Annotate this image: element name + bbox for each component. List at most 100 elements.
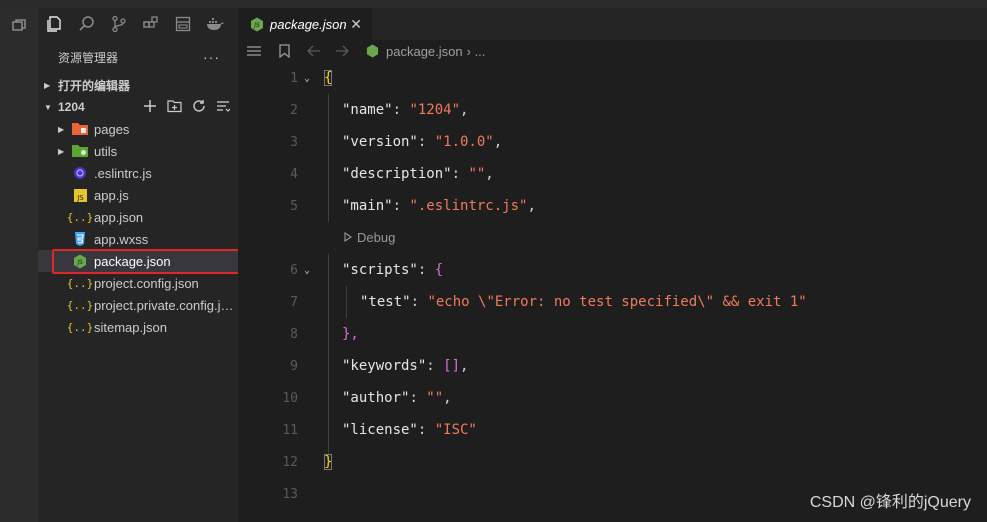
json-file-icon: {..} xyxy=(66,298,94,312)
tree-item-utils[interactable]: ▶ utils xyxy=(38,140,238,162)
debug-codelens[interactable]: Debug xyxy=(344,226,395,248)
tree-item-package-json[interactable]: JS package.json xyxy=(38,250,238,272)
code-text: }, xyxy=(342,326,359,342)
fold-chevron-icon[interactable]: ⌄ xyxy=(304,73,310,84)
json-file-icon: {..} xyxy=(66,276,94,290)
arrow-right-icon[interactable] xyxy=(334,43,350,59)
tree-item-label: pages xyxy=(94,121,130,137)
refresh-icon[interactable] xyxy=(192,99,206,116)
code-line: 11 "license": "ISC" xyxy=(238,414,987,446)
svg-text:JS: JS xyxy=(76,194,84,202)
chevron-down-icon: ▼ xyxy=(44,102,52,112)
line-number: 8 xyxy=(290,326,298,342)
code-line: 8 }, xyxy=(238,318,987,350)
code-editor[interactable]: 1 ⌄ { 2 "name": "1204", 3 "version": "1.… xyxy=(238,62,987,522)
line-number: 11 xyxy=(282,422,298,438)
code-text: "license": "ISC" xyxy=(342,422,477,438)
bookmark-icon[interactable] xyxy=(276,43,292,59)
fold-chevron-icon[interactable]: ⌄ xyxy=(304,265,310,276)
code-line: 12 } xyxy=(238,446,987,478)
debug-panel-icon[interactable] xyxy=(174,15,192,33)
line-number: 3 xyxy=(290,134,298,150)
code-text: } xyxy=(324,454,333,470)
line-number: 6 xyxy=(290,262,298,278)
code-text: "name": "1204", xyxy=(342,102,469,118)
line-number: 4 xyxy=(290,166,298,182)
node-icon xyxy=(364,43,380,59)
source-control-icon[interactable] xyxy=(110,15,128,33)
tree-item-project-config[interactable]: {..} project.config.json xyxy=(38,272,238,294)
svg-text:JS: JS xyxy=(76,259,83,266)
collapse-all-icon[interactable] xyxy=(216,99,231,116)
code-text: "author": "", xyxy=(342,390,452,406)
css-file-icon xyxy=(72,231,88,247)
activity-bar xyxy=(0,8,39,522)
json-file-icon: {..} xyxy=(66,210,94,224)
search-icon[interactable] xyxy=(78,15,96,33)
code-line: 6 ⌄ "scripts": { xyxy=(238,254,987,286)
breadcrumb-file[interactable]: package.json xyxy=(386,44,463,59)
tab-label: package.json xyxy=(270,16,347,32)
line-number: 7 xyxy=(290,294,298,310)
tree-item-label: .eslintrc.js xyxy=(94,165,152,181)
line-number: 13 xyxy=(282,486,298,502)
code-line: 10 "author": "", xyxy=(238,382,987,414)
extensions-icon[interactable] xyxy=(142,15,160,33)
close-icon[interactable]: ✕ xyxy=(350,16,362,33)
open-editors-label: 打开的编辑器 xyxy=(58,78,131,93)
svg-text:JS: JS xyxy=(253,22,260,29)
code-text: "description": "", xyxy=(342,166,494,182)
tree-item-app-wxss[interactable]: app.wxss xyxy=(38,228,238,250)
tree-item-label: app.json xyxy=(94,209,144,225)
breadcrumb: package.json › ... xyxy=(238,40,987,62)
eslint-icon xyxy=(72,165,88,181)
json-file-icon: {..} xyxy=(66,320,94,334)
tree-item-label: app.js xyxy=(94,187,129,203)
new-folder-icon[interactable] xyxy=(167,99,182,116)
breadcrumb-separator: › ... xyxy=(466,43,486,59)
line-number: 5 xyxy=(290,198,298,214)
list-icon[interactable] xyxy=(246,43,262,59)
tree-item-app-json[interactable]: {..} app.json xyxy=(38,206,238,228)
code-text: "version": "1.0.0", xyxy=(342,134,503,150)
code-line: 1 ⌄ { xyxy=(238,62,987,94)
folder-utils-icon xyxy=(72,143,88,159)
line-number: 10 xyxy=(282,390,298,406)
window-restore-icon[interactable] xyxy=(0,10,38,40)
editor-tab-bar: JS package.json ✕ xyxy=(238,8,987,40)
workspace-root-section[interactable]: ▼ 1204 xyxy=(38,96,238,118)
new-file-icon[interactable] xyxy=(143,99,157,116)
node-icon: JS xyxy=(72,253,88,269)
tree-item-label: app.wxss xyxy=(94,231,149,247)
title-bar xyxy=(0,0,987,8)
code-line: 7 "test": "echo \"Error: no test specifi… xyxy=(238,286,987,318)
code-line: 3 "version": "1.0.0", xyxy=(238,126,987,158)
folder-pages-icon xyxy=(72,121,88,137)
more-actions-button[interactable]: ··· xyxy=(203,49,220,65)
play-icon xyxy=(344,232,352,242)
view-switcher xyxy=(38,8,238,40)
tree-item-pages[interactable]: ▶ pages xyxy=(38,118,238,140)
arrow-left-icon[interactable] xyxy=(306,43,322,59)
explorer-panel: 资源管理器 ··· ▶ 打开的编辑器 ▼ 1204 ▶ pages ▶ util… xyxy=(38,40,238,522)
tree-item-eslintrc[interactable]: .eslintrc.js xyxy=(38,162,238,184)
tree-item-sitemap[interactable]: {..} sitemap.json xyxy=(38,316,238,338)
code-line: 2 "name": "1204", xyxy=(238,94,987,126)
tree-item-label: package.json xyxy=(94,253,171,269)
node-icon: JS xyxy=(250,17,264,32)
explorer-title: 资源管理器 xyxy=(58,50,119,65)
line-number: 9 xyxy=(290,358,298,374)
code-line: 9 "keywords": [], xyxy=(238,350,987,382)
chevron-right-icon: ▶ xyxy=(44,80,51,90)
explorer-header: 资源管理器 ··· xyxy=(38,40,238,74)
line-number: 2 xyxy=(290,102,298,118)
docker-icon[interactable] xyxy=(206,15,224,33)
open-editors-section[interactable]: ▶ 打开的编辑器 xyxy=(38,74,238,96)
tree-item-label: project.private.config.js... xyxy=(94,297,236,313)
tree-item-project-private-config[interactable]: {..} project.private.config.js... xyxy=(38,294,238,316)
tab-package-json[interactable]: JS package.json ✕ xyxy=(238,8,372,40)
tree-item-app-js[interactable]: JS app.js xyxy=(38,184,238,206)
chevron-right-icon: ▶ xyxy=(58,124,65,134)
code-line: 4 "description": "", xyxy=(238,158,987,190)
explorer-icon[interactable] xyxy=(46,15,64,33)
